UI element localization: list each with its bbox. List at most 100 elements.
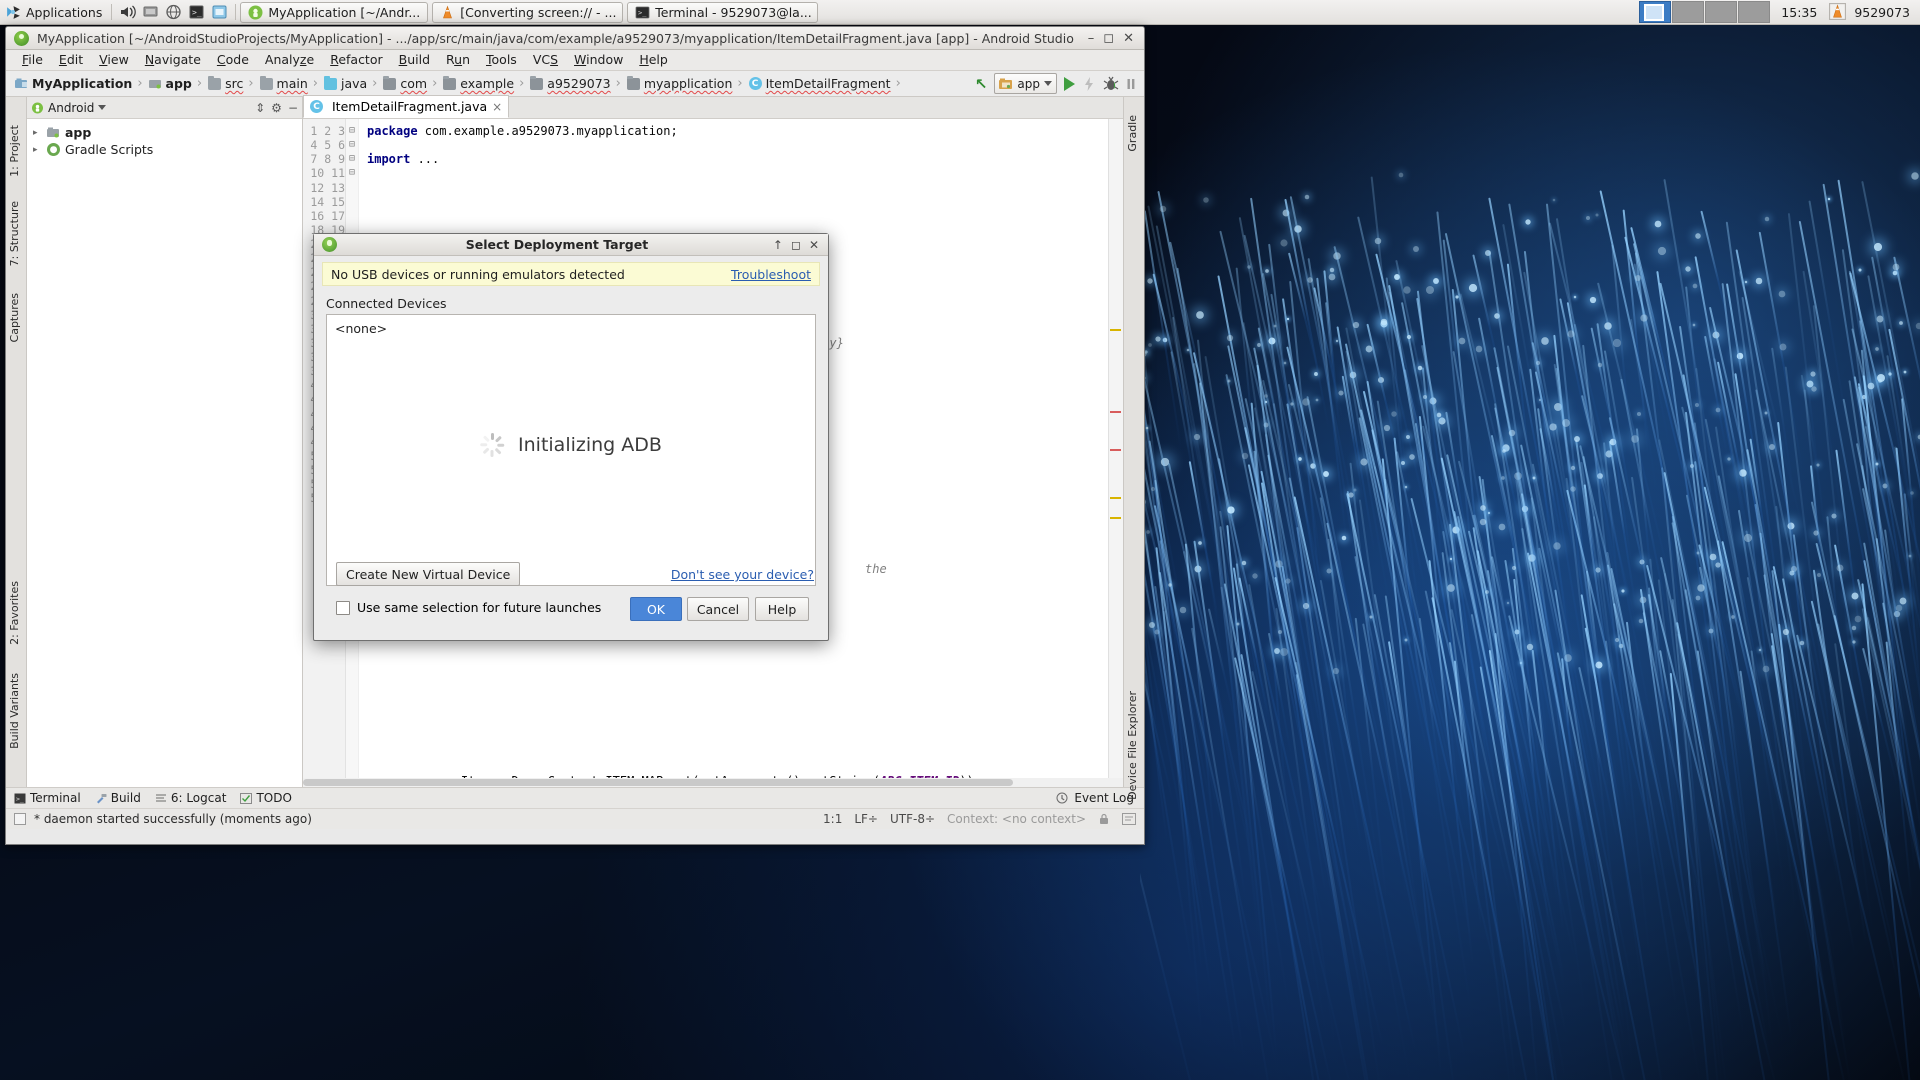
tool-window-logcat[interactable]: 6: Logcat bbox=[155, 791, 226, 805]
window-button-terminal[interactable]: >_ Terminal - 9529073@la... bbox=[627, 1, 819, 23]
menu-help[interactable]: Help bbox=[631, 50, 676, 70]
network-icon[interactable] bbox=[164, 3, 183, 21]
applications-label: Applications bbox=[26, 4, 103, 20]
use-same-selection-checkbox[interactable] bbox=[336, 600, 350, 615]
menu-refactor[interactable]: Refactor bbox=[322, 50, 390, 70]
dont-see-device-link[interactable]: Don't see your device? bbox=[671, 567, 814, 582]
clock: 15:35 bbox=[1781, 4, 1818, 20]
editor-tabstrip: C ItemDetailFragment.java × bbox=[303, 95, 1123, 119]
maximize-button[interactable]: ◻ bbox=[1103, 32, 1114, 45]
menu-build[interactable]: Build bbox=[391, 50, 438, 70]
menu-window[interactable]: Window bbox=[566, 50, 631, 70]
breadcrumb-item-myapplication[interactable]: myapplication bbox=[624, 71, 735, 96]
breadcrumb-item-class[interactable]: C ItemDetailFragment bbox=[746, 71, 893, 96]
sidebar-item-captures[interactable]: Captures bbox=[5, 289, 24, 346]
sidebar-item-device-file-explorer[interactable]: Device File Explorer bbox=[1123, 687, 1142, 804]
window-button-android-studio[interactable]: MyApplication [~/Andr... bbox=[240, 1, 429, 23]
breadcrumb-sep: › bbox=[196, 76, 203, 91]
loading-indicator: Initializing ADB bbox=[327, 433, 815, 457]
maximize-button[interactable]: ◻ bbox=[791, 238, 801, 252]
breadcrumb-item-java[interactable]: java bbox=[321, 71, 369, 96]
run-configuration-selector[interactable]: app bbox=[994, 73, 1057, 94]
line-separator[interactable]: LF÷ bbox=[854, 812, 878, 826]
minimize-button[interactable]: – bbox=[1088, 32, 1095, 45]
close-icon[interactable]: × bbox=[492, 100, 502, 114]
tool-window-terminal[interactable]: >_ Terminal bbox=[14, 791, 81, 805]
ok-button[interactable]: OK bbox=[630, 597, 682, 621]
settings-gear-icon[interactable]: ⚙ bbox=[271, 101, 282, 115]
back-arrow-icon[interactable]: ↖ bbox=[975, 75, 988, 93]
chevron-down-icon[interactable] bbox=[1044, 81, 1052, 86]
menu-edit[interactable]: Edit bbox=[51, 50, 91, 70]
sidebar-item-build-variants[interactable]: Build Variants bbox=[5, 669, 24, 753]
workspace-4[interactable] bbox=[1738, 1, 1771, 23]
tool-window-build[interactable]: Build bbox=[95, 791, 141, 805]
tool-window-todo[interactable]: TODO bbox=[240, 791, 292, 805]
debug-icon[interactable] bbox=[1103, 76, 1119, 92]
menu-vcs[interactable]: VCS bbox=[525, 50, 566, 70]
project-view-selector[interactable]: Android bbox=[31, 101, 107, 115]
hide-icon[interactable]: − bbox=[288, 101, 298, 115]
editor-horizontal-scrollbar[interactable] bbox=[303, 778, 1123, 787]
workspace-2[interactable] bbox=[1672, 1, 1705, 23]
expand-toggle-icon[interactable]: ▸ bbox=[33, 128, 42, 138]
sidebar-item-structure[interactable]: 7: Structure bbox=[5, 197, 24, 270]
error-marker[interactable] bbox=[1110, 449, 1121, 451]
window-button-vlc[interactable]: [Converting screen:// - ... bbox=[432, 1, 624, 23]
editor-marker-bar[interactable] bbox=[1108, 119, 1123, 787]
warning-marker[interactable] bbox=[1110, 517, 1121, 519]
scrollbar-thumb[interactable] bbox=[303, 779, 1013, 786]
create-new-virtual-device-button[interactable]: Create New Virtual Device bbox=[336, 562, 521, 586]
minimize-button[interactable]: ↑ bbox=[773, 238, 783, 252]
tree-node-app[interactable]: ▸ app bbox=[31, 124, 302, 141]
workspace-1[interactable] bbox=[1639, 1, 1672, 23]
warning-marker[interactable] bbox=[1110, 497, 1121, 499]
run-icon[interactable] bbox=[1064, 76, 1075, 91]
breadcrumb-item-app[interactable]: app bbox=[146, 71, 194, 96]
workspace-switcher[interactable] bbox=[1639, 1, 1771, 23]
breadcrumb-item-project[interactable]: MyApplication bbox=[12, 71, 134, 96]
collapse-all-icon[interactable]: ⇕ bbox=[255, 101, 265, 115]
apply-changes-icon[interactable] bbox=[1082, 76, 1096, 92]
display-icon[interactable] bbox=[141, 3, 160, 21]
tree-node-gradle-scripts[interactable]: ▸ ● Gradle Scripts bbox=[31, 141, 302, 158]
use-same-selection-row[interactable]: Use same selection for future launches bbox=[336, 600, 601, 615]
troubleshoot-link[interactable]: Troubleshoot bbox=[731, 267, 811, 282]
breadcrumb-item-a9529073[interactable]: a9529073 bbox=[527, 71, 612, 96]
editor-tab-itemdetailfragment[interactable]: C ItemDetailFragment.java × bbox=[303, 95, 510, 118]
menu-analyze[interactable]: Analyze bbox=[257, 50, 322, 70]
breadcrumb-item-example[interactable]: example bbox=[440, 71, 516, 96]
sidebar-item-gradle[interactable]: Gradle bbox=[1123, 111, 1142, 156]
sidebar-item-favorites[interactable]: 2: Favorites bbox=[5, 577, 24, 649]
device-list[interactable]: <none> Initializing ADB bbox=[326, 314, 816, 586]
menu-view[interactable]: View bbox=[91, 50, 137, 70]
applications-menu[interactable]: Applications bbox=[0, 0, 107, 24]
help-button[interactable]: Help bbox=[755, 597, 809, 621]
menu-run[interactable]: Run bbox=[438, 50, 478, 70]
menu-tools[interactable]: Tools bbox=[478, 50, 525, 70]
close-button[interactable]: ✕ bbox=[1123, 32, 1134, 45]
terminal-tray-icon[interactable]: >_ bbox=[187, 3, 206, 21]
menu-navigate[interactable]: Navigate bbox=[137, 50, 209, 70]
pause-icon[interactable] bbox=[1126, 76, 1136, 92]
breadcrumb-item-src[interactable]: src bbox=[205, 71, 245, 96]
breadcrumb-item-main[interactable]: main bbox=[257, 71, 310, 96]
breadcrumb-item-com[interactable]: com bbox=[380, 71, 429, 96]
chevron-down-icon[interactable] bbox=[98, 105, 107, 110]
volume-icon[interactable] bbox=[118, 3, 137, 21]
file-encoding[interactable]: UTF-8÷ bbox=[890, 812, 935, 826]
sidebar-item-project[interactable]: 1: Project bbox=[5, 121, 24, 181]
cancel-button[interactable]: Cancel bbox=[687, 597, 749, 621]
error-marker[interactable] bbox=[1110, 411, 1121, 413]
expand-toggle-icon[interactable]: ▸ bbox=[33, 145, 42, 155]
inspection-icon[interactable] bbox=[1122, 813, 1136, 825]
warning-marker[interactable] bbox=[1110, 329, 1121, 331]
close-button[interactable]: ✕ bbox=[809, 238, 819, 252]
files-tray-icon[interactable] bbox=[210, 3, 229, 21]
menu-file[interactable]: FFileile bbox=[14, 50, 51, 70]
caret-position[interactable]: 1:1 bbox=[823, 812, 842, 826]
menu-code[interactable]: Code bbox=[209, 50, 257, 70]
lock-icon[interactable] bbox=[1098, 813, 1110, 825]
vlc-tray-icon[interactable] bbox=[1829, 3, 1848, 21]
workspace-3[interactable] bbox=[1705, 1, 1738, 23]
